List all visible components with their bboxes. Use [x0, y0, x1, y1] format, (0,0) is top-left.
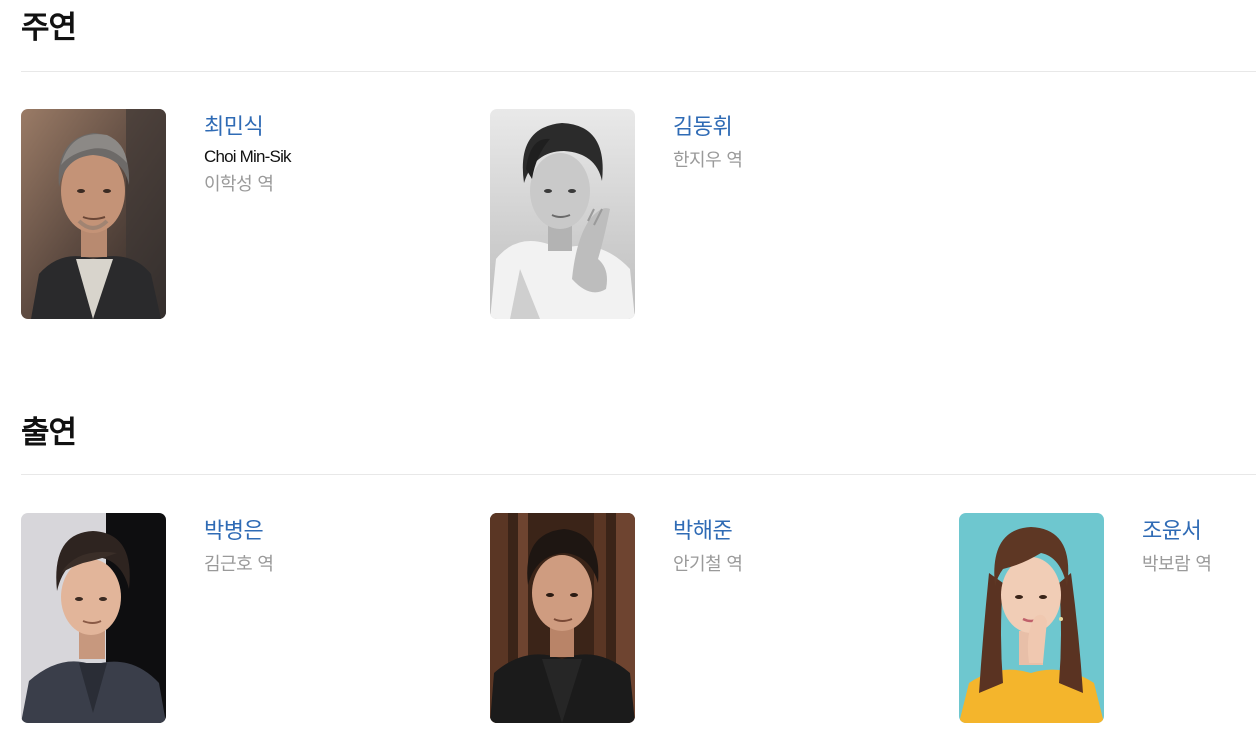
actor-role: 한지우 역	[673, 150, 743, 171]
cast-card: 박병은 김근호 역	[21, 513, 441, 725]
cast-card: 김동휘 한지우 역	[490, 109, 910, 321]
cast-card: 최민식 Choi Min-Sik 이학성 역	[21, 109, 441, 321]
actor-photo[interactable]	[490, 513, 635, 723]
section-divider	[21, 71, 1256, 72]
actor-photo[interactable]	[490, 109, 635, 319]
actor-role: 김근호 역	[204, 554, 274, 575]
actor-name-link[interactable]: 최민식	[204, 113, 291, 143]
cast-card: 박해준 안기철 역	[490, 513, 910, 725]
actor-photo[interactable]	[21, 109, 166, 319]
section-title-leading: 주연	[21, 10, 77, 46]
actor-info: 조윤서 박보람 역	[1142, 517, 1212, 578]
actor-info: 최민식 Choi Min-Sik 이학성 역	[204, 113, 292, 198]
actor-english-name: Choi Min-Sik	[204, 147, 292, 166]
section-divider	[21, 474, 1256, 475]
cast-card: 조윤서 박보람 역	[959, 513, 1256, 725]
actor-name-link[interactable]: 조윤서	[1142, 517, 1211, 547]
actor-photo[interactable]	[959, 513, 1104, 723]
actor-photo[interactable]	[21, 513, 166, 723]
actor-role: 이학성 역	[204, 174, 274, 195]
actor-info: 박병은 김근호 역	[204, 517, 274, 578]
actor-role: 박보람 역	[1142, 554, 1212, 575]
actor-info: 박해준 안기철 역	[673, 517, 743, 578]
section-title-supporting: 출연	[21, 415, 77, 451]
actor-name-link[interactable]: 박해준	[673, 517, 742, 547]
actor-name-link[interactable]: 박병은	[204, 517, 273, 547]
actor-name-link[interactable]: 김동휘	[673, 113, 742, 143]
actor-role: 안기철 역	[673, 554, 743, 575]
actor-info: 김동휘 한지우 역	[673, 113, 743, 174]
